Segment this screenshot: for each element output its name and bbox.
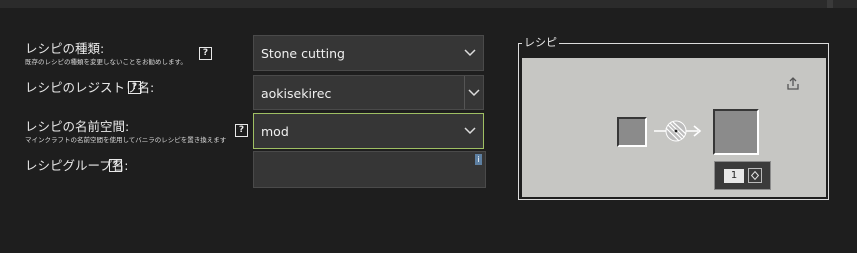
combo-separator xyxy=(464,76,465,109)
stonecutter-saw-arrow-icon xyxy=(654,120,702,142)
input-slot[interactable] xyxy=(617,117,647,147)
namespace-help-icon[interactable]: ? xyxy=(235,124,248,137)
namespace-hint: マインクラフトの名前空間を使用してバニラのレシピを置き換えます xyxy=(25,136,227,144)
namespace-label: レシピの名前空間: xyxy=(25,119,130,134)
recipe-type-hint: 既存のレシピの種類を変更しないことをお勧めします。 xyxy=(25,58,187,66)
top-bar xyxy=(0,0,857,8)
chevron-down-icon xyxy=(464,127,476,135)
group-input[interactable]: i xyxy=(253,151,486,188)
spinner-icon[interactable] xyxy=(748,168,762,183)
top-bar-notch xyxy=(827,0,833,8)
output-count-input[interactable]: 1 xyxy=(724,169,744,183)
registry-name-value: aokisekirec xyxy=(261,86,332,101)
registry-name-help-icon[interactable]: ? xyxy=(128,81,141,94)
output-slot[interactable] xyxy=(713,109,759,155)
chevron-down-icon[interactable] xyxy=(467,86,481,100)
recipe-type-select[interactable]: Stone cutting xyxy=(253,35,484,71)
recipe-legend: レシピ xyxy=(522,36,559,49)
namespace-select[interactable]: mod xyxy=(253,113,484,149)
group-help-icon[interactable]: ? xyxy=(109,159,122,172)
recipe-type-label: レシピの種類: xyxy=(25,41,105,56)
chevron-down-icon xyxy=(464,49,476,57)
recipe-type-help-icon[interactable]: ? xyxy=(199,47,212,60)
registry-name-combo[interactable]: aokisekirec xyxy=(253,75,484,110)
namespace-value: mod xyxy=(261,124,289,139)
export-icon[interactable] xyxy=(786,76,800,90)
recipe-type-value: Stone cutting xyxy=(261,46,345,61)
info-icon: i xyxy=(475,154,482,165)
output-count-box: 1 xyxy=(714,161,771,190)
